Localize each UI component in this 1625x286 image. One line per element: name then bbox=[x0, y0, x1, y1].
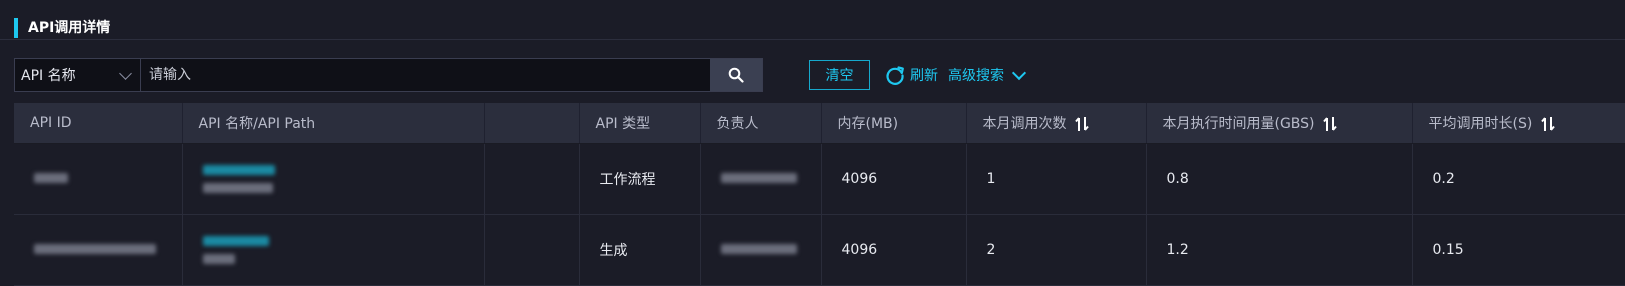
cell-monthly-calls: 1 bbox=[966, 143, 1147, 215]
search-field-label: API 名称 bbox=[21, 68, 76, 84]
table-row[interactable]: 生成 4096 2 1.2 0.15 bbox=[14, 214, 1625, 286]
search-group: API 名称 bbox=[14, 58, 763, 92]
cell-owner bbox=[700, 143, 822, 215]
cell-api-type: 生成 bbox=[579, 214, 701, 286]
redacted-api-path bbox=[202, 183, 273, 193]
refresh-icon bbox=[886, 66, 904, 85]
cell-owner bbox=[700, 214, 822, 286]
search-field-select[interactable]: API 名称 bbox=[15, 59, 141, 91]
cell-api-id[interactable] bbox=[14, 214, 183, 286]
cell-avg-duration: 0.15 bbox=[1412, 214, 1625, 286]
cell-monthly-calls: 2 bbox=[966, 214, 1147, 286]
table-row[interactable]: 工作流程 4096 1 0.8 0.2 bbox=[14, 143, 1625, 215]
col-header-monthly-calls[interactable]: 本月调用次数 bbox=[966, 103, 1147, 144]
col-header-exec-gbs[interactable]: 本月执行时间用量(GBS) bbox=[1146, 103, 1413, 144]
advanced-search-label: 高级搜索 bbox=[948, 68, 1004, 84]
sort-icon[interactable] bbox=[1323, 116, 1337, 132]
col-header-exec-gbs-label: 本月执行时间用量(GBS) bbox=[1162, 116, 1315, 132]
col-header-blank bbox=[484, 103, 580, 144]
col-header-avg-duration-label: 平均调用时长(S) bbox=[1428, 116, 1533, 132]
cell-memory: 4096 bbox=[821, 214, 967, 286]
advanced-search-toggle[interactable]: 高级搜索 bbox=[948, 62, 1027, 88]
col-header-api-name[interactable]: API 名称/API Path bbox=[182, 103, 485, 144]
cell-memory: 4096 bbox=[821, 143, 967, 215]
cell-api-name[interactable] bbox=[182, 143, 485, 215]
col-header-api-type[interactable]: API 类型 bbox=[579, 103, 701, 144]
chevron-down-icon bbox=[1011, 65, 1027, 81]
col-header-api-id[interactable]: API ID bbox=[14, 103, 183, 144]
sort-icon[interactable] bbox=[1541, 116, 1555, 132]
redacted-api-path bbox=[202, 254, 235, 264]
col-header-memory[interactable]: 内存(MB) bbox=[821, 103, 967, 144]
section-title: API调用详情 bbox=[28, 20, 111, 36]
redacted-api-name[interactable] bbox=[202, 165, 275, 175]
search-input[interactable] bbox=[141, 59, 710, 91]
clear-button[interactable]: 清空 bbox=[809, 60, 870, 90]
cell-blank bbox=[484, 214, 580, 286]
cell-api-name[interactable] bbox=[182, 214, 485, 286]
cell-blank bbox=[484, 143, 580, 215]
redacted-api-name[interactable] bbox=[202, 236, 269, 246]
cell-exec-gbs: 0.8 bbox=[1146, 143, 1413, 215]
col-header-owner[interactable]: 负责人 bbox=[700, 103, 822, 144]
section-accent-bar bbox=[14, 18, 18, 38]
cell-api-type: 工作流程 bbox=[579, 143, 701, 215]
search-icon bbox=[728, 67, 744, 83]
section-header: API调用详情 bbox=[0, 0, 1625, 40]
cell-avg-duration: 0.2 bbox=[1412, 143, 1625, 215]
redacted-owner bbox=[720, 244, 797, 254]
redacted-api-id bbox=[34, 173, 68, 183]
table-header-row: API ID API 名称/API Path API 类型 负责人 内存(MB)… bbox=[14, 103, 1625, 144]
search-button[interactable] bbox=[710, 59, 762, 91]
api-table: API ID API 名称/API Path API 类型 负责人 内存(MB)… bbox=[14, 103, 1625, 286]
refresh-label: 刷新 bbox=[910, 68, 938, 84]
refresh-button[interactable]: 刷新 bbox=[884, 62, 938, 88]
cell-exec-gbs: 1.2 bbox=[1146, 214, 1413, 286]
redacted-owner bbox=[720, 173, 797, 183]
col-header-avg-duration[interactable]: 平均调用时长(S) bbox=[1412, 103, 1625, 144]
col-header-monthly-calls-label: 本月调用次数 bbox=[982, 116, 1067, 132]
redacted-api-id bbox=[34, 244, 156, 254]
chevron-down-icon bbox=[119, 67, 132, 80]
cell-api-id[interactable] bbox=[14, 143, 183, 215]
sort-icon[interactable] bbox=[1075, 116, 1089, 132]
